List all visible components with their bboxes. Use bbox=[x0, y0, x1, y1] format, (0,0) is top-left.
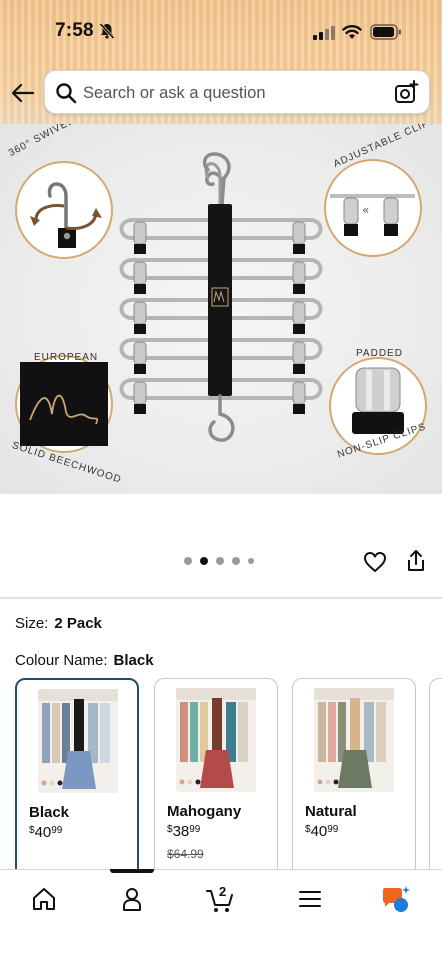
wifi-icon bbox=[342, 25, 362, 39]
battery-icon bbox=[370, 24, 401, 40]
variant-name: Black bbox=[29, 804, 70, 821]
variant-thumbnail bbox=[38, 689, 118, 793]
colour-selector: Colour Name: Black bbox=[15, 652, 154, 669]
size-label: Size: bbox=[15, 615, 49, 632]
variant-name: Natural bbox=[305, 803, 357, 820]
feature-padded: PADDED bbox=[356, 348, 403, 359]
arrow-left-icon bbox=[11, 83, 35, 103]
colour-value: Black bbox=[113, 652, 154, 669]
app-header: 7:58 Search or ask a question bbox=[0, 0, 442, 124]
variant-card-next[interactable] bbox=[429, 678, 442, 878]
nav-rufus[interactable] bbox=[381, 884, 411, 914]
variant-list-price: $64.99 bbox=[167, 847, 204, 861]
heart-icon[interactable] bbox=[363, 550, 387, 574]
variant-price: $4099 bbox=[305, 823, 339, 840]
carousel-dot[interactable] bbox=[184, 557, 192, 565]
variant-card-black[interactable]: Black $4099 bbox=[15, 678, 139, 878]
size-value: 2 Pack bbox=[54, 615, 102, 632]
back-button[interactable] bbox=[10, 80, 36, 106]
nav-home[interactable] bbox=[29, 884, 59, 914]
nav-menu[interactable] bbox=[295, 884, 325, 914]
colour-label: Colour Name: bbox=[15, 652, 108, 669]
cart-count: 2 bbox=[219, 884, 227, 899]
carousel-dot[interactable] bbox=[232, 557, 240, 565]
variant-card-natural[interactable]: Natural $4099 bbox=[292, 678, 416, 878]
variant-name: Mahogany bbox=[167, 803, 242, 820]
cellular-signal-icon bbox=[313, 26, 335, 40]
home-icon bbox=[33, 888, 55, 910]
variant-thumbnail bbox=[314, 688, 394, 792]
search-placeholder[interactable]: Search or ask a question bbox=[83, 84, 266, 103]
nav-active-indicator bbox=[110, 869, 154, 873]
adjustable-clips-badge: « bbox=[324, 159, 422, 257]
bottom-nav: 2 bbox=[0, 869, 442, 960]
carousel-dot[interactable] bbox=[248, 558, 254, 564]
colour-variants: Black $4099 Mahogany $3899 $64.99 Natura… bbox=[15, 678, 442, 878]
variant-price: $3899 bbox=[167, 823, 201, 840]
carousel-dot-active[interactable] bbox=[200, 557, 208, 565]
swivel-hook-badge bbox=[15, 161, 113, 259]
search-icon bbox=[56, 83, 77, 104]
feature-european: EUROPEAN bbox=[34, 352, 99, 363]
person-icon bbox=[123, 888, 141, 911]
silent-bell-icon bbox=[99, 22, 115, 40]
status-bar: 7:58 bbox=[0, 0, 442, 62]
beechwood-badge bbox=[15, 355, 113, 453]
variant-card-mahogany[interactable]: Mahogany $3899 $64.99 bbox=[154, 678, 278, 878]
svg-text:«: « bbox=[362, 203, 369, 217]
menu-icon bbox=[299, 891, 321, 907]
carousel-dots[interactable] bbox=[184, 557, 254, 565]
rufus-assistant-icon bbox=[383, 886, 410, 912]
search-bar[interactable]: Search or ask a question bbox=[44, 70, 430, 114]
share-icon[interactable] bbox=[405, 549, 427, 573]
status-time: 7:58 bbox=[55, 20, 94, 41]
size-selector: Size: 2 Pack bbox=[15, 615, 102, 632]
carousel-dot[interactable] bbox=[216, 557, 224, 565]
variant-price: $4099 bbox=[29, 824, 63, 841]
nav-account[interactable] bbox=[117, 884, 147, 914]
product-image[interactable]: « 360° SWIVEL HOOK ADJUSTABLE CLIPS EURO… bbox=[0, 124, 442, 494]
camera-search-icon[interactable] bbox=[393, 80, 419, 106]
variant-thumbnail bbox=[176, 688, 256, 792]
section-divider bbox=[0, 597, 442, 599]
